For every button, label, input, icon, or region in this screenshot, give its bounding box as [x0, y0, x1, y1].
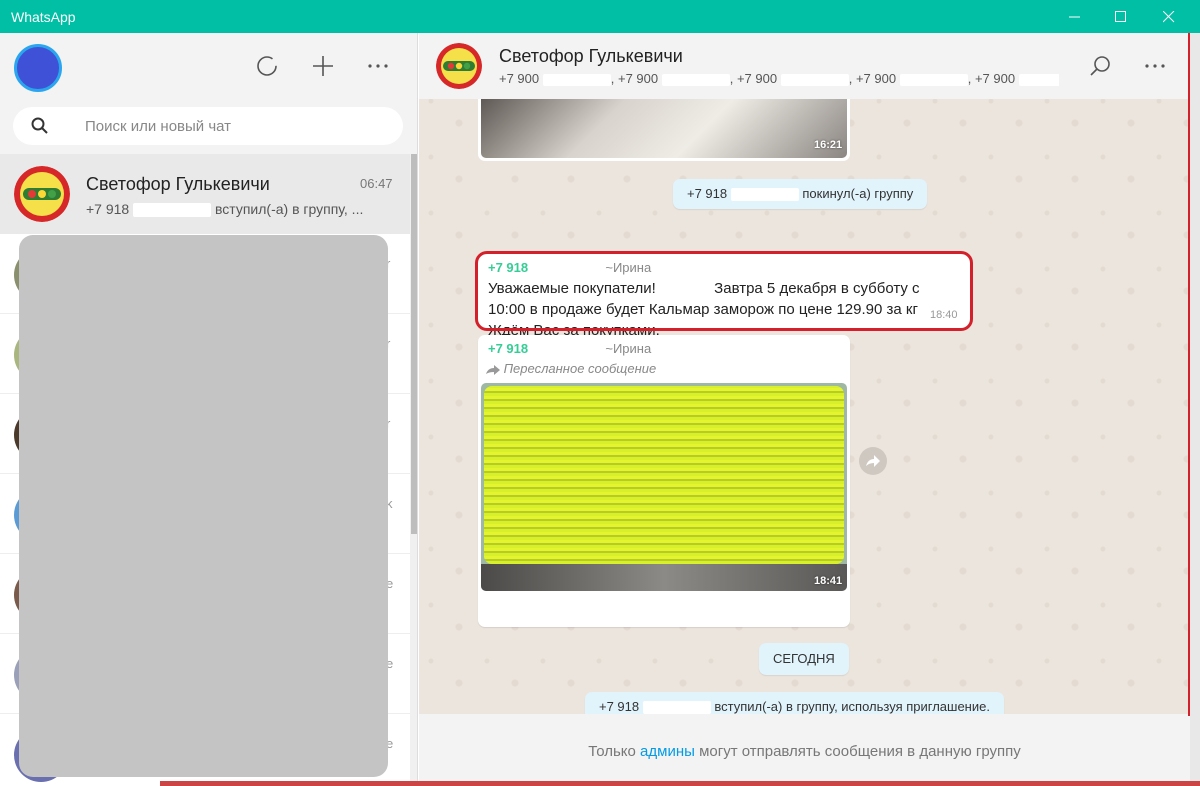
- profile-avatar[interactable]: [14, 44, 62, 92]
- forward-icon: [866, 455, 880, 467]
- more-icon: [1145, 64, 1165, 68]
- compose-footer: Только админы могут отправлять сообщения…: [419, 714, 1190, 786]
- new-chat-button[interactable]: [309, 52, 337, 80]
- chat-time: 06:47: [360, 176, 393, 191]
- chat-menu-button[interactable]: [1141, 52, 1169, 80]
- forwarded-image-message[interactable]: +7 918 ~Ирина Пересланное сообщение 18:4…: [478, 335, 850, 627]
- admin-only-notice: Только админы могут отправлять сообщения…: [588, 743, 1021, 760]
- redacted-chat-list: [19, 235, 388, 777]
- search-bar: [0, 99, 417, 154]
- conversation-panel: Светофор Гулькевичи +7 900 , +7 900 , +7…: [419, 33, 1190, 786]
- minimize-button[interactable]: [1052, 0, 1098, 33]
- search-icon: [31, 117, 48, 134]
- chat-item-svetofor[interactable]: Светофор Гулькевичи 06:47 +7 918 вступил…: [0, 154, 410, 234]
- message-image[interactable]: [481, 99, 847, 158]
- close-icon: [1163, 10, 1175, 22]
- plus-icon: [313, 56, 333, 76]
- system-message: +7 918 вступил(-а) в группу, используя п…: [585, 692, 1004, 714]
- svetofor-logo-icon: [436, 43, 482, 89]
- svetofor-logo-icon: [14, 166, 70, 222]
- conversation-title: Светофор Гулькевичи: [499, 46, 683, 66]
- forward-arrow-icon: [486, 364, 500, 375]
- highlighted-image-area: [484, 386, 844, 564]
- chat-name: Светофор Гулькевичи: [86, 174, 270, 194]
- forwarded-label: Пересланное сообщение: [486, 361, 656, 376]
- forward-button[interactable]: [859, 447, 887, 475]
- conversation-header[interactable]: Светофор Гулькевичи +7 900 , +7 900 , +7…: [419, 33, 1190, 99]
- message-list[interactable]: 16:21 +7 918 покинул(-а) группу +7 918 ~…: [419, 99, 1190, 714]
- menu-button[interactable]: [364, 52, 392, 80]
- search-icon: [1090, 56, 1110, 76]
- sidebar-header: [0, 33, 417, 99]
- date-divider: СЕГОДНЯ: [759, 643, 849, 675]
- highlight-frame: [475, 251, 973, 331]
- window-title: WhatsApp: [11, 9, 76, 25]
- maximize-button[interactable]: [1098, 0, 1144, 33]
- group-avatar[interactable]: [436, 43, 482, 89]
- maximize-icon: [1115, 10, 1126, 22]
- search-box: [13, 107, 403, 145]
- system-message: +7 918 покинул(-а) группу: [673, 179, 928, 209]
- window-scrollbar[interactable]: [1190, 33, 1200, 786]
- status-icon: [257, 56, 277, 76]
- message-image[interactable]: [481, 383, 847, 591]
- desktop-background: [160, 781, 1200, 786]
- message-time: 16:21: [814, 139, 843, 151]
- member-list: +7 900 , +7 900 , +7 900 , +7 900 , +7 9…: [499, 71, 1059, 86]
- search-input[interactable]: [85, 107, 385, 145]
- more-icon: [368, 64, 388, 68]
- chat-preview: +7 918 вступил(-а) в группу, ...: [86, 201, 364, 218]
- message-sender[interactable]: +7 918 ~Ирина: [488, 341, 651, 356]
- chat-list-scrollbar[interactable]: [410, 154, 417, 786]
- minimize-icon: [1069, 16, 1080, 17]
- title-bar: WhatsApp: [0, 0, 1200, 33]
- search-chat-button[interactable]: [1086, 52, 1114, 80]
- close-button[interactable]: [1146, 0, 1192, 33]
- group-avatar: [14, 166, 70, 222]
- scrollbar-thumb[interactable]: [411, 154, 417, 534]
- image-message[interactable]: 16:21: [478, 99, 850, 161]
- status-button[interactable]: [253, 52, 281, 80]
- admins-link[interactable]: админы: [640, 743, 695, 760]
- message-time: 18:41: [814, 575, 843, 587]
- chat-list-panel: Светофор Гулькевичи 06:47 +7 918 вступил…: [0, 33, 418, 786]
- background-edge: [1188, 33, 1190, 716]
